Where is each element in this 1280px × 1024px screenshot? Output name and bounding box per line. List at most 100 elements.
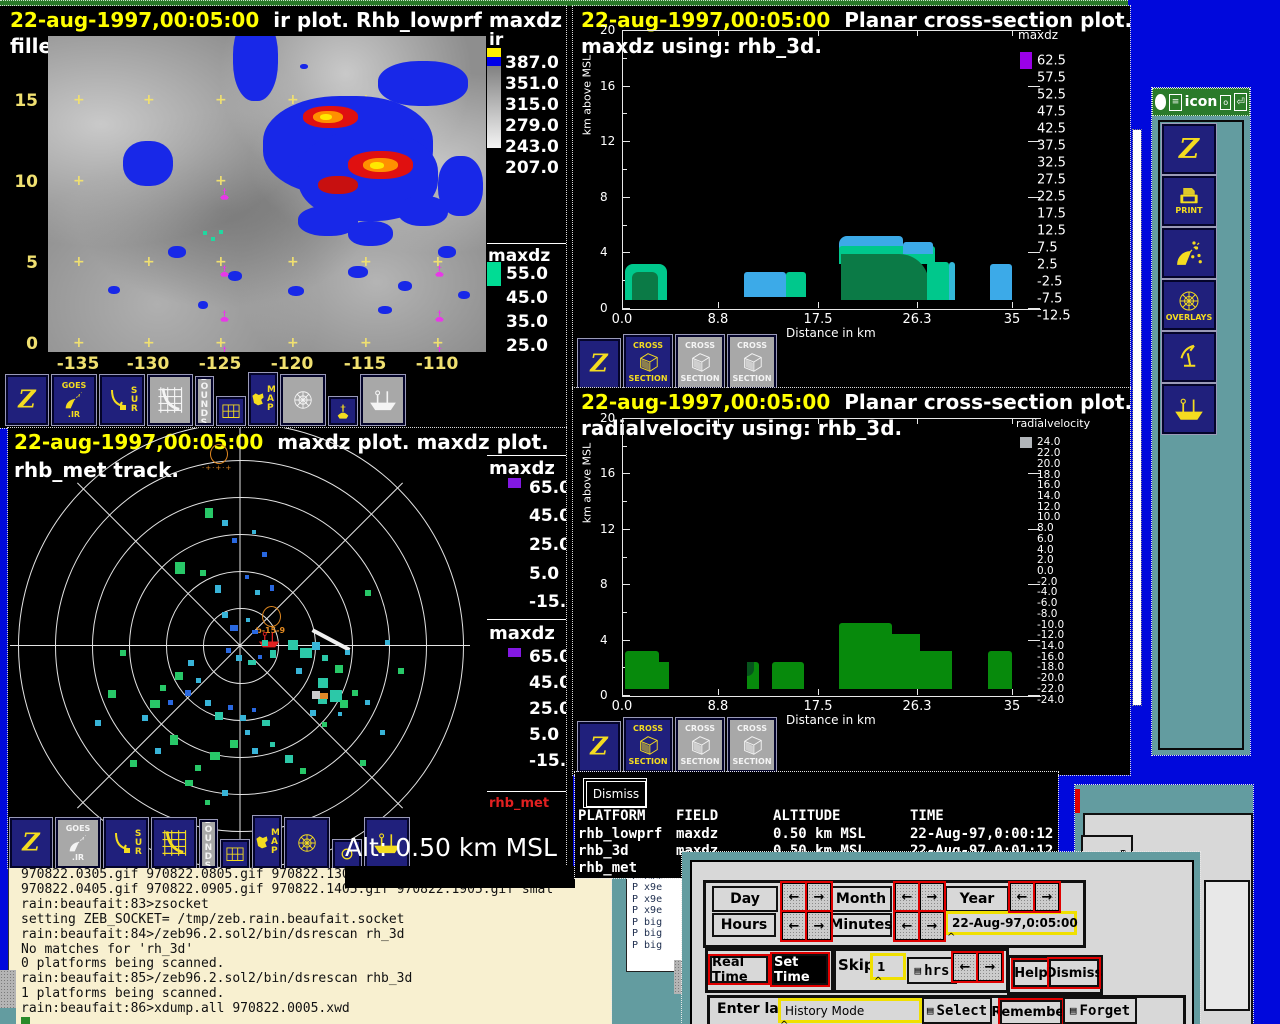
tick xyxy=(622,58,627,59)
month-step-back-button[interactable]: ← xyxy=(895,883,919,911)
zeb-logo-button[interactable]: Z xyxy=(578,339,620,388)
axis-tick-label: 16 xyxy=(600,466,615,480)
cross-section-1-button[interactable]: CROSSSECTION xyxy=(624,335,672,388)
month-step-forward-button[interactable]: → xyxy=(920,883,944,911)
grid-cross: + xyxy=(73,173,85,189)
day-step-forward-button[interactable]: → xyxy=(807,883,831,911)
ship-button[interactable] xyxy=(361,375,405,425)
grid-button[interactable] xyxy=(221,840,249,868)
overlay-web-button[interactable] xyxy=(281,375,325,425)
buoy-marker-icon xyxy=(218,185,231,204)
date-field[interactable]: 22-Aug-97,0:05:00 xyxy=(945,911,1077,935)
web-icon xyxy=(1177,289,1201,313)
cross-section-2-button[interactable]: CROSSSECTION xyxy=(676,335,724,388)
radar-cell xyxy=(246,618,250,622)
radar-cell xyxy=(340,700,348,708)
terminal-scrollbar[interactable] xyxy=(0,970,16,1008)
buoy-button[interactable] xyxy=(329,397,357,425)
remember-button[interactable]: Remember xyxy=(1000,1000,1062,1024)
radar-cell xyxy=(300,768,306,774)
overlays-button[interactable]: OVERLAYS xyxy=(1162,280,1216,330)
surface-radar-button[interactable]: SUR xyxy=(100,375,144,425)
goes-icon xyxy=(68,833,88,853)
radar-cell xyxy=(296,668,302,674)
dismiss-button[interactable]: Dismiss xyxy=(583,778,647,808)
day-button[interactable]: Day xyxy=(712,886,778,912)
grid-button[interactable] xyxy=(217,397,245,425)
grid-radar-button[interactable] xyxy=(152,818,196,868)
printer-icon xyxy=(1177,187,1201,206)
cross-section-3-button[interactable]: CROSSSECTION xyxy=(728,335,776,388)
skip-step-back-button[interactable]: ← xyxy=(953,953,977,981)
print-button[interactable]: PRINT xyxy=(1162,176,1216,226)
cross-section-1-button[interactable]: CROSSSECTION xyxy=(624,718,672,772)
label-field[interactable]: History Mode xyxy=(778,998,922,1023)
surface-radar-button[interactable]: SUR xyxy=(104,818,148,868)
skip-step-forward-button[interactable]: → xyxy=(978,953,1002,981)
goes-ir-button[interactable]: GOES.IR xyxy=(52,375,96,425)
terminal-window[interactable]: 970822.0305.gif 970822.0805.gif 970822.1… xyxy=(8,868,681,1024)
colorbar-tick-label: 62.5 xyxy=(1037,53,1066,68)
radar-cell xyxy=(210,752,220,760)
menu-icon: ▤ xyxy=(1070,1004,1077,1017)
hours-step-forward-button[interactable]: → xyxy=(807,912,831,940)
radar-cell xyxy=(150,700,160,708)
bounds-button[interactable]: BOUNDS xyxy=(200,820,217,868)
hidden-red-mark xyxy=(1075,789,1080,813)
help-button[interactable]: Help xyxy=(1013,960,1049,987)
minutes-button[interactable]: Minutes xyxy=(830,913,892,937)
axis-tick-label: 35 xyxy=(1004,312,1021,327)
year-step-forward-button[interactable]: → xyxy=(1035,883,1059,911)
map-button[interactable]: MAP xyxy=(249,373,277,425)
buoy-marker-icon xyxy=(218,307,231,326)
dialog-dismiss-button[interactable]: Dismiss xyxy=(1049,959,1099,987)
forget-button[interactable]: ▤Forget xyxy=(1063,997,1137,1024)
surface-radar-body: SUR xyxy=(106,387,138,414)
map-button[interactable]: MAP xyxy=(253,816,281,868)
window-minimize-button[interactable]: o xyxy=(1220,95,1231,110)
ship-button[interactable] xyxy=(1162,384,1216,434)
colorbar-tick-label: 279.0 xyxy=(505,116,559,136)
axis-tick-label: 20 xyxy=(600,23,615,37)
select-button[interactable]: ▤Select xyxy=(922,997,992,1024)
hidden-window-scrollbar[interactable] xyxy=(1133,130,1141,705)
window-menu-button[interactable]: ≡ xyxy=(1169,94,1181,111)
caret: ^ xyxy=(947,932,955,943)
grid-radar-button[interactable] xyxy=(148,375,192,425)
goes-ir-button[interactable]: GOES.IR xyxy=(56,818,100,868)
radar-cell xyxy=(300,648,312,658)
overlay-web-button[interactable] xyxy=(285,818,329,868)
y-axis-title: km above MSL xyxy=(581,55,594,135)
zeb-logo-button[interactable]: Z xyxy=(6,375,48,425)
contour-blob xyxy=(927,262,949,300)
hours-step-back-button[interactable]: ← xyxy=(782,912,806,940)
window-restore-button[interactable]: ⏎ xyxy=(1234,93,1247,111)
zeb-logo-button[interactable]: Z xyxy=(1162,124,1216,174)
year-step-back-button[interactable]: ← xyxy=(1010,883,1034,911)
day-step-back-button[interactable]: ← xyxy=(782,883,806,911)
year-button[interactable]: Year xyxy=(945,886,1009,912)
radar-cell xyxy=(205,508,213,518)
real-time-button[interactable]: Real Time xyxy=(710,956,768,983)
cross-section-2-button[interactable]: CROSSSECTION xyxy=(676,718,724,772)
zeb-logo-button[interactable]: Z xyxy=(578,722,620,772)
z-icon: Z xyxy=(586,351,612,377)
axis-tick-label: 16 xyxy=(600,79,615,93)
month-button[interactable]: Month xyxy=(830,886,892,912)
bounds-button[interactable]: BOUNDS xyxy=(196,377,213,425)
zeb-logo-button[interactable]: Z xyxy=(10,818,52,868)
radar-antenna-button[interactable] xyxy=(1162,332,1216,382)
table-header-cell: FIELD xyxy=(676,808,718,824)
skip-units-button[interactable]: ▤hrs xyxy=(907,957,957,984)
window-button-icon[interactable] xyxy=(1155,94,1166,110)
cross-section-3-button[interactable]: CROSSSECTION xyxy=(728,718,776,772)
icon-window-titlebar[interactable]: ≡ icon o ⏎ xyxy=(1152,88,1250,116)
hours-button[interactable]: Hours xyxy=(712,913,776,937)
tick xyxy=(718,302,719,308)
satellite-button[interactable] xyxy=(1162,228,1216,278)
minutes-step-back-button[interactable]: ← xyxy=(895,912,919,940)
minutes-step-forward-button[interactable]: → xyxy=(920,912,944,940)
set-time-button[interactable]: Set Time xyxy=(772,954,828,985)
radar-cell xyxy=(312,642,320,650)
colorbar-title: radialvelocity xyxy=(1016,417,1090,430)
